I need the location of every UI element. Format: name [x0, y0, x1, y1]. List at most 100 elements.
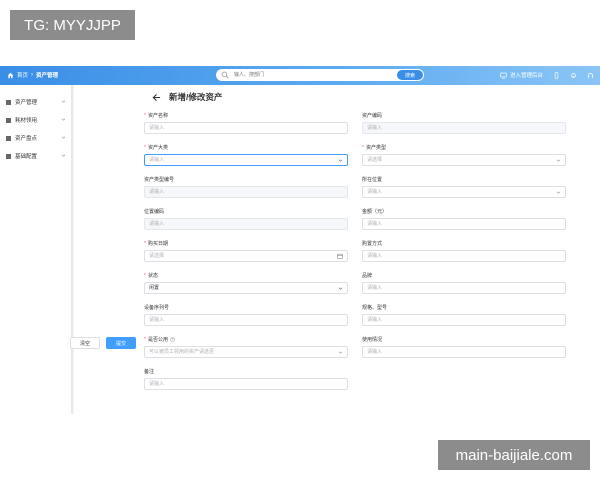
field-spec-model: 规格、型号 请输入 — [362, 304, 566, 326]
home-icon — [7, 72, 14, 78]
breadcrumb-current: 资产管理 — [36, 73, 59, 79]
field-label: 资产编码 — [362, 113, 383, 119]
field-label: 是否公用 — [147, 337, 168, 343]
sidebar-item-asset-management[interactable]: 资产管理 — [0, 93, 71, 111]
select-placeholder: 请输入 — [149, 157, 165, 163]
purchase-date-picker[interactable]: 请选择 — [144, 250, 348, 262]
asset-type-select[interactable]: 请选择 — [362, 154, 566, 166]
is-public-select[interactable]: 可以被员工领用的资产请选否 — [144, 346, 348, 358]
brand-input[interactable]: 请输入 — [362, 282, 566, 294]
app-window: 首页 › 资产管理 搜索 进入管理后台 资产管理 耗材领用 — [0, 66, 600, 414]
select-placeholder: 请输入 — [367, 189, 383, 195]
chevron-down-icon — [338, 159, 343, 162]
field-amount: 金额（元） 请输入 — [362, 208, 566, 230]
field-label: 购置方式 — [362, 241, 383, 247]
sidebar: 资产管理 耗材领用 资产盘点 基础配置 — [0, 85, 73, 414]
field-asset-type: * 资产类型 请选择 — [362, 144, 566, 166]
chevron-down-icon — [61, 100, 66, 103]
field-label: 使用情况 — [362, 337, 383, 343]
field-label: 资产名称 — [147, 113, 168, 119]
asset-type-code-input[interactable]: 请输入 — [144, 186, 348, 198]
required-mark: * — [144, 145, 146, 151]
chevron-down-icon — [61, 154, 66, 157]
field-label: 位置编码 — [144, 209, 165, 215]
purchase-method-input[interactable]: 请输入 — [362, 250, 566, 262]
chevron-down-icon — [338, 351, 343, 354]
required-mark: * — [144, 113, 146, 119]
asset-code-input[interactable]: 请输入 — [362, 122, 566, 134]
sidebar-item-consumables[interactable]: 耗材领用 — [0, 111, 71, 129]
location-select[interactable]: 请输入 — [362, 186, 566, 198]
field-label: 设备序列号 — [144, 305, 170, 311]
field-serial-no: 设备序列号 请输入 — [144, 304, 348, 326]
watermark-bottom: main-baijiale.com — [438, 440, 590, 470]
field-label: 金额（元） — [362, 209, 388, 215]
back-arrow-icon[interactable] — [152, 93, 161, 102]
field-asset-type-code: 资产类型编号 请输入 — [144, 176, 348, 198]
field-asset-category: * 资产大类 请输入 — [144, 144, 348, 166]
field-remark: 备注 请输入 — [144, 368, 348, 390]
global-search: 搜索 — [216, 69, 424, 81]
sidebar-item-base-config[interactable]: 基础配置 — [0, 147, 71, 165]
search-input[interactable] — [232, 71, 396, 79]
sidebar-item-inventory[interactable]: 资产盘点 — [0, 129, 71, 147]
breadcrumb-home[interactable]: 首页 — [17, 71, 28, 79]
admin-entry-label: 进入管理后台 — [509, 73, 543, 79]
field-brand: 品牌 请输入 — [362, 272, 566, 294]
chevron-down-icon — [61, 118, 66, 121]
page-header: 新增/修改资产 — [152, 91, 222, 103]
top-bar: 首页 › 资产管理 搜索 进入管理后台 — [0, 66, 600, 85]
field-label: 备注 — [144, 369, 155, 375]
sidebar-item-label: 资产管理 — [15, 100, 38, 106]
field-label: 品牌 — [362, 273, 373, 279]
required-mark: * — [144, 273, 146, 279]
submit-button[interactable]: 提交 — [106, 337, 136, 349]
remark-input[interactable]: 请输入 — [144, 378, 348, 390]
search-button[interactable]: 搜索 — [397, 70, 423, 80]
field-label: 购买日期 — [147, 241, 168, 247]
select-placeholder: 可以被员工领用的资产请选否 — [149, 349, 215, 355]
field-status: * 状态 闲置 — [144, 272, 348, 294]
status-select[interactable]: 闲置 — [144, 282, 348, 294]
chevron-down-icon — [556, 191, 561, 194]
required-mark: * — [144, 241, 146, 247]
asset-category-select[interactable]: 请输入 — [144, 154, 348, 166]
required-mark: * — [362, 145, 364, 151]
serial-no-input[interactable]: 请输入 — [144, 314, 348, 326]
field-purchase-method: 购置方式 请输入 — [362, 240, 566, 262]
mobile-icon[interactable] — [553, 71, 560, 79]
menu-icon — [6, 135, 11, 141]
breadcrumb-separator: › — [31, 72, 34, 78]
select-placeholder: 请选择 — [367, 157, 383, 163]
field-purchase-date: * 购买日期 请选择 — [144, 240, 348, 262]
date-placeholder: 请选择 — [149, 253, 165, 259]
field-usage: 使用情况 请输入 — [362, 336, 566, 358]
help-icon[interactable] — [170, 337, 175, 342]
breadcrumb: 首页 › 资产管理 — [7, 71, 58, 79]
bell-icon[interactable] — [570, 72, 577, 79]
clear-button[interactable]: 清空 — [70, 337, 100, 349]
required-mark: * — [144, 337, 146, 343]
headset-icon[interactable] — [587, 72, 594, 79]
spec-model-input[interactable]: 请输入 — [362, 314, 566, 326]
location-code-input[interactable]: 请输入 — [144, 218, 348, 230]
asset-name-input[interactable]: 请输入 — [144, 122, 348, 134]
field-is-public: * 是否公用 可以被员工领用的资产请选否 — [144, 336, 348, 358]
usage-input[interactable]: 请输入 — [362, 346, 566, 358]
menu-icon — [6, 153, 11, 159]
field-label: 所在位置 — [362, 177, 383, 183]
sidebar-item-label: 耗材领用 — [15, 118, 38, 124]
chevron-down-icon — [338, 287, 343, 290]
chevron-down-icon — [556, 159, 561, 162]
field-label: 状态 — [147, 273, 158, 279]
field-location-code: 位置编码 请输入 — [144, 208, 348, 230]
field-label: 规格、型号 — [362, 305, 388, 311]
menu-icon — [6, 117, 11, 123]
field-label: 资产大类 — [147, 145, 168, 151]
main-content: 新增/修改资产 * 资产名称 请输入 资产编码 请输入 * 资产大类 请输入 * 资产… — [74, 85, 600, 414]
page-title: 新增/修改资产 — [169, 92, 223, 102]
amount-input[interactable]: 请输入 — [362, 218, 566, 230]
admin-entry[interactable]: 进入管理后台 — [500, 71, 543, 79]
field-label: 资产类型 — [365, 145, 386, 151]
field-location: 所在位置 请输入 — [362, 176, 566, 198]
